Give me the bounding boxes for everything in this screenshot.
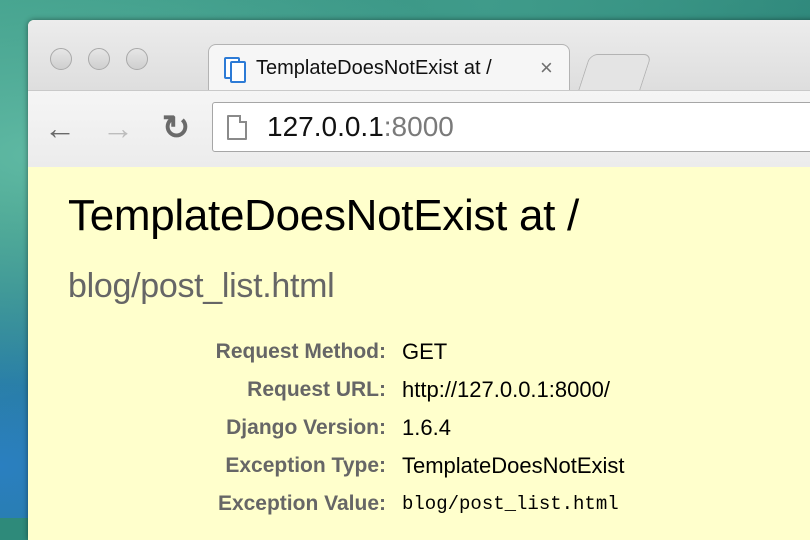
- close-window-button[interactable]: [50, 48, 72, 70]
- close-tab-icon[interactable]: ×: [540, 57, 553, 79]
- url-port: :8000: [383, 111, 454, 142]
- request-info-table: Request Method: GET Request URL: http://…: [28, 333, 625, 523]
- tab-title: TemplateDoesNotExist at /: [256, 56, 492, 79]
- meta-value: GET: [402, 339, 448, 364]
- page-icon: [227, 114, 247, 140]
- back-arrow-icon[interactable]: ←: [40, 108, 80, 148]
- meta-label: Exception Value:: [217, 492, 386, 515]
- page-content: TemplateDoesNotExist at / blog/post_list…: [28, 167, 810, 540]
- meta-value: 1.6.4: [402, 415, 451, 440]
- meta-label: Request Method:: [215, 340, 386, 363]
- table-row: Exception Type: TemplateDoesNotExist: [28, 447, 625, 485]
- new-tab-button[interactable]: [577, 54, 653, 91]
- table-row: Django Version: 1.6.4: [28, 409, 625, 447]
- table-row: Exception Value: blog/post_list.html: [28, 485, 625, 523]
- zoom-window-button[interactable]: [126, 48, 148, 70]
- meta-value: TemplateDoesNotExist: [402, 453, 625, 478]
- forward-arrow-icon[interactable]: →: [98, 108, 138, 148]
- reload-icon[interactable]: ↻: [156, 108, 196, 148]
- table-row: Request URL: http://127.0.0.1:8000/: [28, 371, 625, 409]
- meta-label: Request URL:: [247, 378, 386, 401]
- minimize-window-button[interactable]: [88, 48, 110, 70]
- title-bar: TemplateDoesNotExist at / ×: [28, 20, 810, 93]
- django-pages-icon: [224, 55, 246, 83]
- address-bar[interactable]: 127.0.0.1:8000: [212, 102, 810, 152]
- browser-tab-content[interactable]: TemplateDoesNotExist at / ×: [216, 44, 568, 92]
- page-title: TemplateDoesNotExist at /: [68, 191, 579, 240]
- meta-value: http://127.0.0.1:8000/: [402, 377, 610, 402]
- browser-window: TemplateDoesNotExist at / × ← → ↻ 127.0.…: [28, 20, 810, 540]
- url-host: 127.0.0.1: [267, 111, 384, 142]
- table-row: Request Method: GET: [28, 333, 625, 371]
- page-subtitle: blog/post_list.html: [68, 267, 335, 305]
- meta-label: Exception Type:: [225, 454, 386, 477]
- meta-label: Django Version:: [226, 416, 386, 439]
- meta-value: blog/post_list.html: [402, 493, 619, 515]
